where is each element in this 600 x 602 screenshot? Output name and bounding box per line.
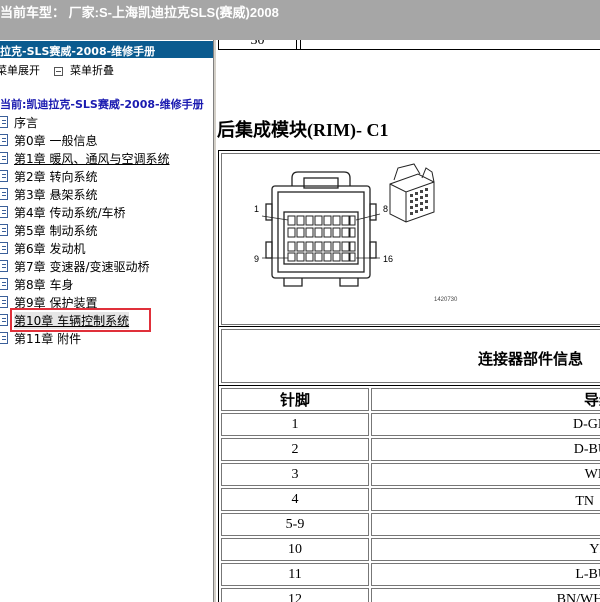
collapse-icon[interactable] — [53, 66, 63, 76]
pin-column-header: 针脚 — [221, 388, 369, 411]
pin-cell: 11 — [221, 563, 369, 586]
tree-item-label[interactable]: 第3章 悬架系统 — [14, 186, 97, 203]
document-icon — [0, 242, 8, 254]
previous-row-number: 30 — [219, 40, 297, 49]
document-icon — [0, 332, 8, 344]
current-path: 当前:凯迪拉克-SLS赛威-2008-维修手册 — [0, 98, 204, 111]
vehicle-title: 当前车型： 厂家:S-上海凯迪拉克SLS(赛威)2008 — [0, 5, 279, 20]
connector-info-inner: 连接器部件信息 — [221, 329, 600, 383]
section-title: 后集成模块(RIM)- C1 — [217, 120, 389, 140]
table-row: 1 D-GN — [221, 413, 600, 436]
pin-cell: 1 — [221, 413, 369, 436]
pin-cell: 4 — [221, 488, 369, 511]
document-icon — [0, 224, 8, 236]
wire-column-header: 导约 — [371, 388, 600, 411]
connector-diagram-frame: 1 8 9 16 1420730 — [218, 150, 600, 327]
tree-item-chapter-0[interactable]: 第0章 一般信息 — [0, 131, 213, 149]
previous-table-fragment: 30 — [218, 40, 600, 50]
tree-item-label[interactable]: 第1章 暖风、通风与空调系统 — [14, 150, 169, 167]
connector-diagram-inner: 1 8 9 16 1420730 — [221, 153, 600, 325]
wire-cell: L-BU — [371, 563, 600, 586]
window-header: 当前车型： 厂家:S-上海凯迪拉克SLS(赛威)2008 — [0, 0, 600, 40]
wire-cell: YE — [371, 538, 600, 561]
document-icon — [0, 152, 8, 164]
tree-item-preface[interactable]: 序言 — [0, 113, 213, 131]
wire-cell — [371, 513, 600, 536]
tree-item-chapter-1[interactable]: 第1章 暖风、通风与空调系统 — [0, 149, 213, 167]
table-row: 10 YE — [221, 538, 600, 561]
document-icon — [0, 278, 8, 290]
tree-item-chapter-8[interactable]: 第8章 车身 — [0, 275, 213, 293]
tree-item-chapter-3[interactable]: 第3章 悬架系统 — [0, 185, 213, 203]
tree-item-chapter-11[interactable]: 第11章 附件 — [0, 329, 213, 347]
pin-label-16: 16 — [383, 254, 393, 264]
document-icon — [0, 296, 8, 308]
tree-item-label[interactable]: 第11章 附件 — [14, 330, 81, 347]
table-row: 12 BN/WH( — [221, 588, 600, 602]
tree-item-chapter-10[interactable]: 第10章 车辆控制系统 — [0, 311, 213, 329]
connector-info-title: 连接器部件信息 — [478, 352, 584, 368]
document-icon — [0, 188, 8, 200]
manual-title[interactable]: 拉克-SLS赛威-2008-维修手册 — [0, 41, 213, 58]
pin-cell: 10 — [221, 538, 369, 561]
document-content: 30 后集成模块(RIM)- C1 1 8 9 16 1420730 连接器部件… — [217, 40, 600, 602]
wire-cell: D-BU — [371, 438, 600, 461]
tree-actions: 菜单展开 菜单折叠 — [0, 62, 213, 78]
document-icon — [0, 134, 8, 146]
connector-info-frame: 连接器部件信息 — [218, 326, 600, 386]
wire-cell: D-GN — [371, 413, 600, 436]
expand-menu-button[interactable]: 菜单展开 — [0, 62, 40, 78]
wire-cell: WH — [371, 463, 600, 486]
pin-label-9: 9 — [254, 254, 259, 264]
pin-cell: 3 — [221, 463, 369, 486]
collapse-menu-button[interactable]: 菜单折叠 — [70, 62, 114, 78]
tree-item-label[interactable]: 第6章 发动机 — [14, 240, 85, 257]
document-icon — [0, 260, 8, 272]
wire-cell: TN（ — [371, 488, 600, 511]
pin-label-1: 1 — [254, 204, 259, 214]
navigation-pane: 拉克-SLS赛威-2008-维修手册 菜单展开 菜单折叠 当前:凯迪拉克-SLS… — [0, 40, 213, 602]
pin-table: 针脚 导约 1 D-GN 2 D-BU 3 WH 4 TN（ 5-9 10 YE… — [218, 385, 600, 602]
table-row: 11 L-BU — [221, 563, 600, 586]
table-row: 3 WH — [221, 463, 600, 486]
tree-item-label[interactable]: 第7章 变速器/变速驱动桥 — [14, 258, 150, 275]
figure-number: 1420730 — [434, 297, 458, 303]
document-icon — [0, 116, 8, 128]
table-row: 5-9 — [221, 513, 600, 536]
previous-row-cell — [300, 40, 600, 49]
tree-item-label[interactable]: 第5章 制动系统 — [14, 222, 97, 239]
wire-cell: BN/WH( — [371, 588, 600, 602]
document-icon — [0, 206, 8, 218]
pin-cell: 2 — [221, 438, 369, 461]
connector-diagram: 1 8 9 16 1420730 — [254, 163, 458, 303]
table-row: 2 D-BU — [221, 438, 600, 461]
document-icon — [0, 170, 8, 182]
tree-item-label[interactable]: 序言 — [14, 114, 38, 131]
tree-item-label[interactable]: 第2章 转向系统 — [14, 168, 97, 185]
tree-item-label[interactable]: 第4章 传动系统/车桥 — [14, 204, 126, 221]
tree-item-chapter-7[interactable]: 第7章 变速器/变速驱动桥 — [0, 257, 213, 275]
pin-cell: 12 — [221, 588, 369, 602]
tree-item-chapter-6[interactable]: 第6章 发动机 — [0, 239, 213, 257]
pin-cell: 5-9 — [221, 513, 369, 536]
tree-item-label[interactable]: 第9章 保护装置 — [14, 294, 97, 311]
document-icon — [0, 314, 8, 326]
tree-item-label[interactable]: 第8章 车身 — [14, 276, 73, 293]
pin-table-header-row: 针脚 导约 — [221, 388, 600, 411]
pin-label-8: 8 — [383, 204, 388, 214]
tree-item-label[interactable]: 第0章 一般信息 — [14, 132, 97, 149]
table-row: 4 TN（ — [221, 488, 600, 511]
tree-item-chapter-5[interactable]: 第5章 制动系统 — [0, 221, 213, 239]
tree-item-chapter-9[interactable]: 第9章 保护装置 — [0, 293, 213, 311]
tree-item-chapter-4[interactable]: 第4章 传动系统/车桥 — [0, 203, 213, 221]
tree-item-label[interactable]: 第10章 车辆控制系统 — [14, 311, 130, 329]
tree-item-chapter-2[interactable]: 第2章 转向系统 — [0, 167, 213, 185]
